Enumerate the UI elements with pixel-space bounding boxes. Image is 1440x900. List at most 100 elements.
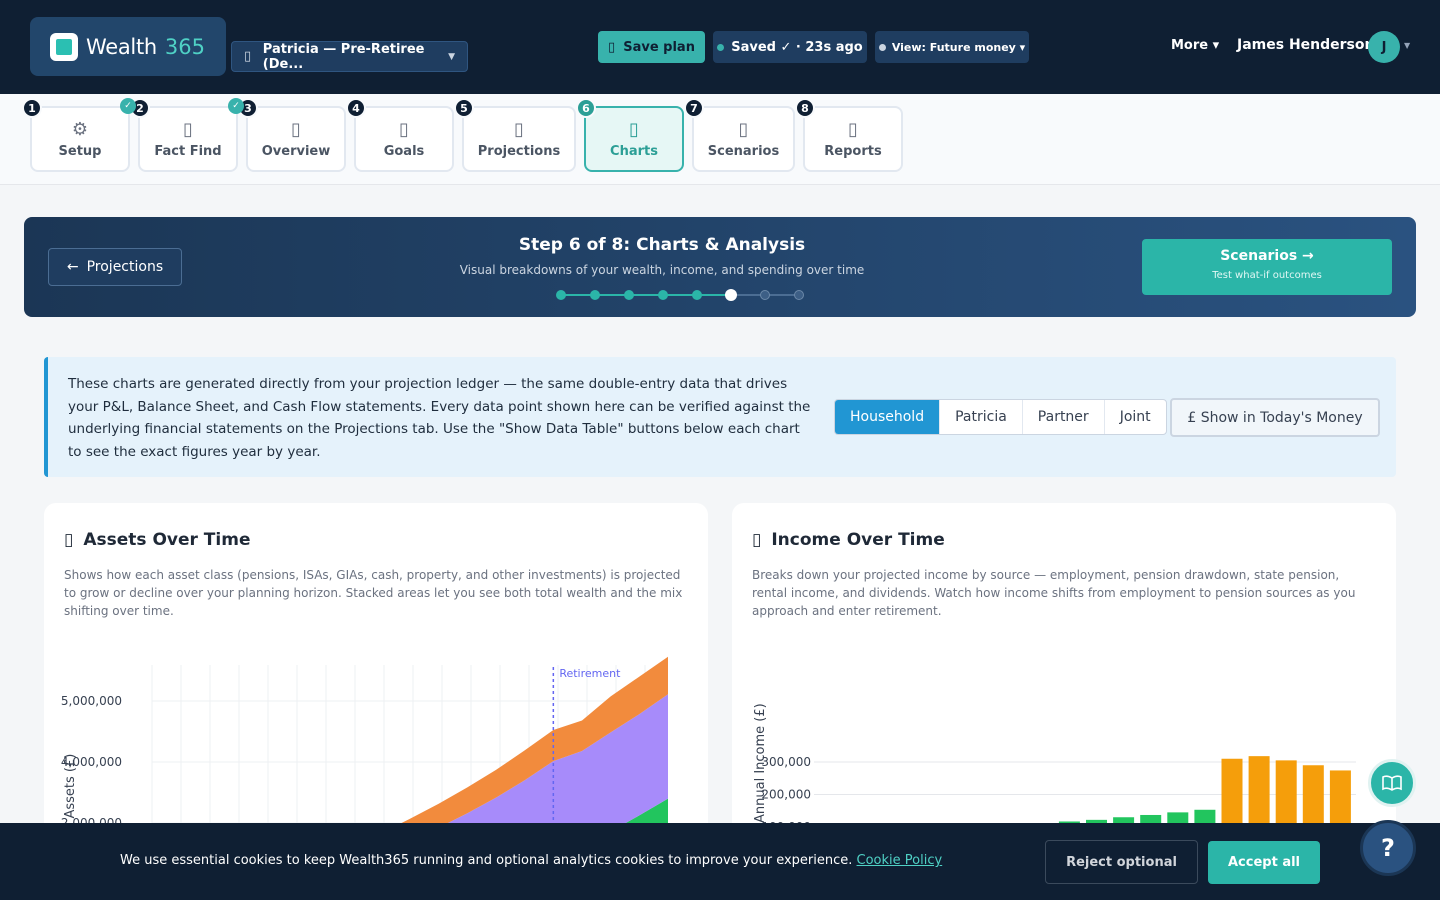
fact-find-icon: ▯ [183, 119, 193, 140]
overview-icon: ▯ [291, 119, 301, 140]
gear-icon: ⚙ [71, 119, 89, 140]
segment-joint[interactable]: Joint [1105, 400, 1166, 434]
tab-setup[interactable]: ⚙ Setup 1 [22, 98, 130, 172]
step-number-badge: 6 [576, 98, 596, 118]
status-dot-icon [717, 43, 725, 51]
step-subtitle: Visual breakdowns of your wealth, income… [459, 263, 865, 277]
step-title: Step 6 of 8: Charts & Analysis [518, 235, 806, 255]
check-icon: ✓ [228, 98, 244, 114]
projections-icon: ▯ [514, 119, 524, 140]
step-label: Overview [261, 144, 331, 159]
view-dot-icon [878, 43, 886, 51]
income-title: Income Over Time [771, 530, 945, 550]
chart-icon: ▯ [752, 530, 762, 550]
step-label: Fact Find [154, 144, 222, 159]
step-label: Projections [477, 144, 561, 159]
todays-money-button[interactable]: £ Show in Today's Money [1170, 398, 1380, 437]
user-name[interactable]: James Henderson [1237, 37, 1374, 53]
view-mode-label: View: Future money ▾ [891, 40, 1026, 54]
client-selector[interactable]: ▯ Patricia — Pre-Retiree (De... ▼ [231, 41, 468, 72]
cookie-message: We use essential cookies to keep Wealth3… [120, 853, 853, 868]
next-step-sublabel: Test what-if outcomes [1212, 270, 1322, 281]
charts-icon: ▯ [629, 119, 639, 140]
brand-logo[interactable]: Wealth 365 [30, 17, 226, 76]
progress-dot [725, 289, 737, 301]
segment-partner[interactable]: Partner [1023, 400, 1105, 434]
goals-icon: ▯ [399, 119, 409, 140]
client-icon: ▯ [244, 49, 252, 64]
progress-dot [794, 290, 804, 300]
segment-patricia[interactable]: Patricia [940, 400, 1023, 434]
brand-number: 365 [164, 34, 205, 59]
tab-reports[interactable]: ▯ Reports 8 [795, 98, 903, 172]
progress-dot [624, 290, 634, 300]
save-icon: ▯ [608, 39, 616, 55]
top-bar: Wealth 365 ▯ Patricia — Pre-Retiree (De.… [0, 0, 1440, 94]
tab-projections[interactable]: ▯ Projections 5 [454, 98, 576, 172]
progress-dot [590, 290, 600, 300]
y-tick-label: 200,000 [761, 788, 811, 802]
saved-status-label: Saved ✓ · 23s ago [731, 39, 863, 55]
next-step-button[interactable]: Scenarios → Test what-if outcomes [1142, 239, 1392, 295]
step-label: Charts [610, 144, 658, 159]
tab-charts[interactable]: ▯ Charts 6 [576, 98, 684, 172]
chart-icon: ▯ [64, 530, 74, 550]
logo-mark-icon [50, 32, 78, 61]
retirement-label: Retirement [559, 667, 621, 680]
progress-dot [556, 290, 566, 300]
y-axis-label: Annual Income (£) [753, 703, 768, 823]
step-progress [536, 289, 804, 301]
segment-household[interactable]: Household [835, 400, 941, 434]
reports-icon: ▯ [848, 119, 858, 140]
y-tick-label: 5,000,000 [61, 694, 122, 708]
assets-chart-card: ▯ Assets Over Time Shows how each asset … [44, 503, 708, 863]
saved-status: Saved ✓ · 23s ago [713, 31, 867, 63]
chevron-down-icon: ▼ [448, 51, 455, 62]
info-panel: These charts are generated directly from… [44, 357, 1396, 477]
scenarios-icon: ▯ [738, 119, 749, 140]
y-tick-label: 300,000 [761, 755, 811, 769]
view-mode-selector[interactable]: View: Future money ▾ [875, 31, 1029, 63]
tab-overview[interactable]: ▯ Overview 3 ✓ [228, 98, 346, 172]
save-plan-label: Save plan [623, 39, 695, 55]
step-number-badge: 7 [684, 98, 704, 118]
step-number-badge: 5 [454, 98, 474, 118]
chevron-down-icon[interactable]: ▼ [1404, 41, 1410, 50]
card-title: ▯ Assets Over Time [64, 530, 250, 550]
book-icon[interactable] [1368, 759, 1416, 807]
tab-fact-find[interactable]: ▯ Fact Find 2 ✓ [120, 98, 238, 172]
cookie-banner: We use essential cookies to keep Wealth3… [0, 823, 1440, 900]
help-icon[interactable]: ? [1360, 820, 1416, 876]
progress-dot [658, 290, 668, 300]
card-title: ▯ Income Over Time [752, 530, 945, 550]
client-name: Patricia — Pre-Retiree (De... [262, 41, 425, 72]
tab-scenarios[interactable]: ▯ Scenarios 7 [684, 98, 795, 172]
owner-filter: Household Patricia Partner Joint [834, 399, 1167, 435]
progress-dot [760, 290, 770, 300]
check-icon: ✓ [120, 98, 136, 114]
step-number-badge: 8 [795, 98, 815, 118]
step-number-badge: 4 [346, 98, 366, 118]
save-plan-button[interactable]: ▯ Save plan [598, 31, 705, 63]
more-menu[interactable]: More ▾ [1171, 38, 1219, 53]
step-label: Setup [58, 144, 102, 159]
step-label: Goals [383, 144, 425, 159]
step-banner: ← Projections Step 6 of 8: Charts & Anal… [24, 217, 1416, 317]
reject-optional-button[interactable]: Reject optional [1045, 840, 1198, 884]
info-text: These charts are generated directly from… [68, 376, 811, 460]
next-step-label: Scenarios → [1220, 248, 1314, 264]
brand-name: Wealth [86, 34, 157, 59]
progress-dot [692, 290, 702, 300]
step-navigation: ⚙ Setup 1 ▯ Fact Find 2 ✓ ▯ Overview 3 ✓ ▯ Goals 4 ▯ Pr… [0, 94, 1440, 185]
step-number-badge: 1 [22, 98, 42, 118]
assets-title: Assets Over Time [83, 530, 251, 550]
step-label: Reports [824, 144, 882, 159]
income-chart-card: ▯ Income Over Time Breaks down your proj… [732, 503, 1396, 863]
cookie-text: We use essential cookies to keep Wealth3… [120, 853, 942, 868]
tab-goals[interactable]: ▯ Goals 4 [346, 98, 454, 172]
accept-all-button[interactable]: Accept all [1208, 841, 1320, 884]
cookie-policy-link[interactable]: Cookie Policy [857, 853, 943, 868]
step-label: Scenarios [707, 144, 780, 159]
assets-description: Shows how each asset class (pensions, IS… [64, 568, 683, 618]
avatar[interactable]: J [1368, 31, 1400, 63]
